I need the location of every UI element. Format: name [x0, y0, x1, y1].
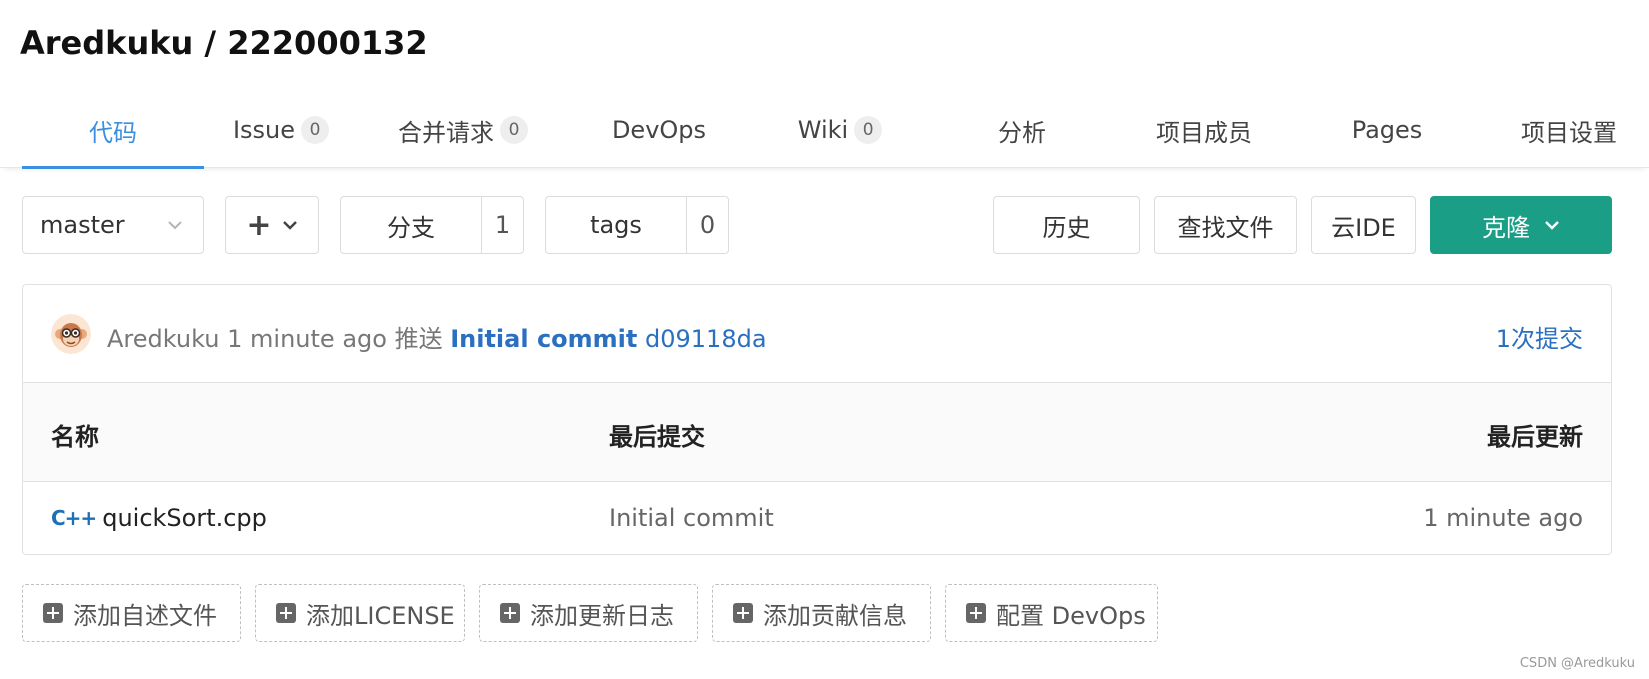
branch-select[interactable]: master [22, 196, 204, 254]
tab-label: Issue [232, 116, 296, 144]
tab-count-badge: 0 [500, 116, 528, 144]
commit-hash-link[interactable]: d09118da [645, 325, 767, 353]
branches-label: 分支 [387, 213, 435, 242]
plus-square-icon [500, 603, 520, 623]
tab-wiki[interactable]: Wiki 0 [749, 92, 931, 168]
tab-label: 项目成员 [1156, 118, 1252, 147]
tab-pages[interactable]: Pages [1296, 92, 1478, 168]
tab-label: Wiki [797, 116, 849, 144]
cpp-file-icon: C++ [51, 506, 97, 530]
add-readme-button[interactable]: 添加自述文件 [22, 584, 241, 642]
tags-count: 0 [686, 197, 728, 253]
tab-settings[interactable]: 项目设置 [1478, 92, 1649, 168]
commit-summary: Aredkuku 1 minute ago 推送 Initial commit … [107, 319, 767, 354]
header-name: 名称 [51, 423, 99, 451]
row-last-commit[interactable]: Initial commit [609, 504, 774, 532]
plus-icon: + [246, 207, 272, 243]
tab-label: 代码 [89, 118, 137, 147]
add-button-label: 添加自述文件 [73, 601, 217, 630]
header-last-commit: 最后提交 [609, 423, 705, 451]
add-button-label: 配置 DevOps [996, 601, 1146, 630]
avatar[interactable] [51, 314, 91, 354]
file-link[interactable]: C++ quickSort.cpp [51, 504, 267, 532]
tab-label: 分析 [998, 118, 1046, 147]
clone-button[interactable]: 克隆 [1430, 196, 1612, 254]
add-contributing-button[interactable]: 添加贡献信息 [712, 584, 931, 642]
tab-label: 项目设置 [1521, 118, 1617, 147]
create-new-button[interactable]: + [225, 196, 319, 254]
table-row[interactable]: C++ quickSort.cpp Initial commit 1 minut… [23, 482, 1611, 554]
clone-label: 克隆 [1482, 213, 1530, 242]
plus-square-icon [733, 603, 753, 623]
find-file-button[interactable]: 查找文件 [1154, 196, 1297, 254]
tab-count-badge: 0 [854, 116, 883, 144]
commit-count-link[interactable]: 1次提交 [1496, 319, 1583, 354]
tab-label: 合并请求 [398, 118, 494, 147]
file-browser-panel: Aredkuku 1 minute ago 推送 Initial commit … [22, 284, 1612, 555]
add-button-label: 添加贡献信息 [763, 601, 907, 630]
history-button[interactable]: 历史 [993, 196, 1140, 254]
tab-members[interactable]: 项目成员 [1113, 92, 1295, 168]
page-title[interactable]: Aredkuku / 222000132 [20, 24, 428, 62]
row-last-updated: 1 minute ago [1423, 504, 1583, 532]
tab-label: DevOps [611, 116, 707, 144]
tab-count-badge: 0 [301, 116, 330, 144]
repo-page: Aredkuku / 222000132 代码 Issue 0 合并请求 0 D… [0, 0, 1649, 679]
branches-button[interactable]: 分支 1 [340, 196, 524, 254]
file-table-header: 名称 最后提交 最后更新 [23, 383, 1611, 482]
repo-tabbar: 代码 Issue 0 合并请求 0 DevOps Wiki 0 分析 项目成员 … [0, 92, 1649, 169]
monkey-avatar-icon [51, 314, 91, 354]
commit-message-link[interactable]: Initial commit [450, 325, 637, 353]
chevron-down-icon [1545, 221, 1559, 230]
add-button-label: 添加更新日志 [530, 601, 674, 630]
tab-devops[interactable]: DevOps [568, 92, 750, 168]
tags-label: tags [590, 211, 642, 239]
commit-time: 1 minute ago [227, 325, 387, 353]
latest-commit-bar: Aredkuku 1 minute ago 推送 Initial commit … [23, 285, 1611, 383]
branches-count: 1 [481, 197, 523, 253]
add-button-label: 添加LICENSE [306, 601, 455, 630]
file-name: quickSort.cpp [102, 504, 267, 532]
watermark: CSDN @Aredkuku [1519, 656, 1635, 671]
tab-analytics[interactable]: 分析 [931, 92, 1113, 168]
plus-square-icon [966, 603, 986, 623]
commit-author[interactable]: Aredkuku [107, 325, 220, 353]
cloud-ide-button[interactable]: 云IDE [1311, 196, 1416, 254]
add-license-button[interactable]: 添加LICENSE [255, 584, 465, 642]
plus-square-icon [43, 603, 63, 623]
tab-code[interactable]: 代码 [22, 92, 204, 169]
branch-select-value: master [40, 211, 125, 239]
add-changelog-button[interactable]: 添加更新日志 [479, 584, 698, 642]
chevron-down-icon [168, 221, 182, 230]
header-last-updated: 最后更新 [1487, 423, 1583, 451]
commit-action: 推送 [394, 325, 443, 353]
tags-button[interactable]: tags 0 [545, 196, 729, 254]
tab-merge-requests[interactable]: 合并请求 0 [372, 92, 554, 168]
tab-issue[interactable]: Issue 0 [190, 92, 372, 168]
configure-devops-button[interactable]: 配置 DevOps [945, 584, 1158, 642]
tab-label: Pages [1351, 116, 1423, 144]
plus-square-icon [276, 603, 296, 623]
chevron-down-icon [282, 221, 297, 230]
